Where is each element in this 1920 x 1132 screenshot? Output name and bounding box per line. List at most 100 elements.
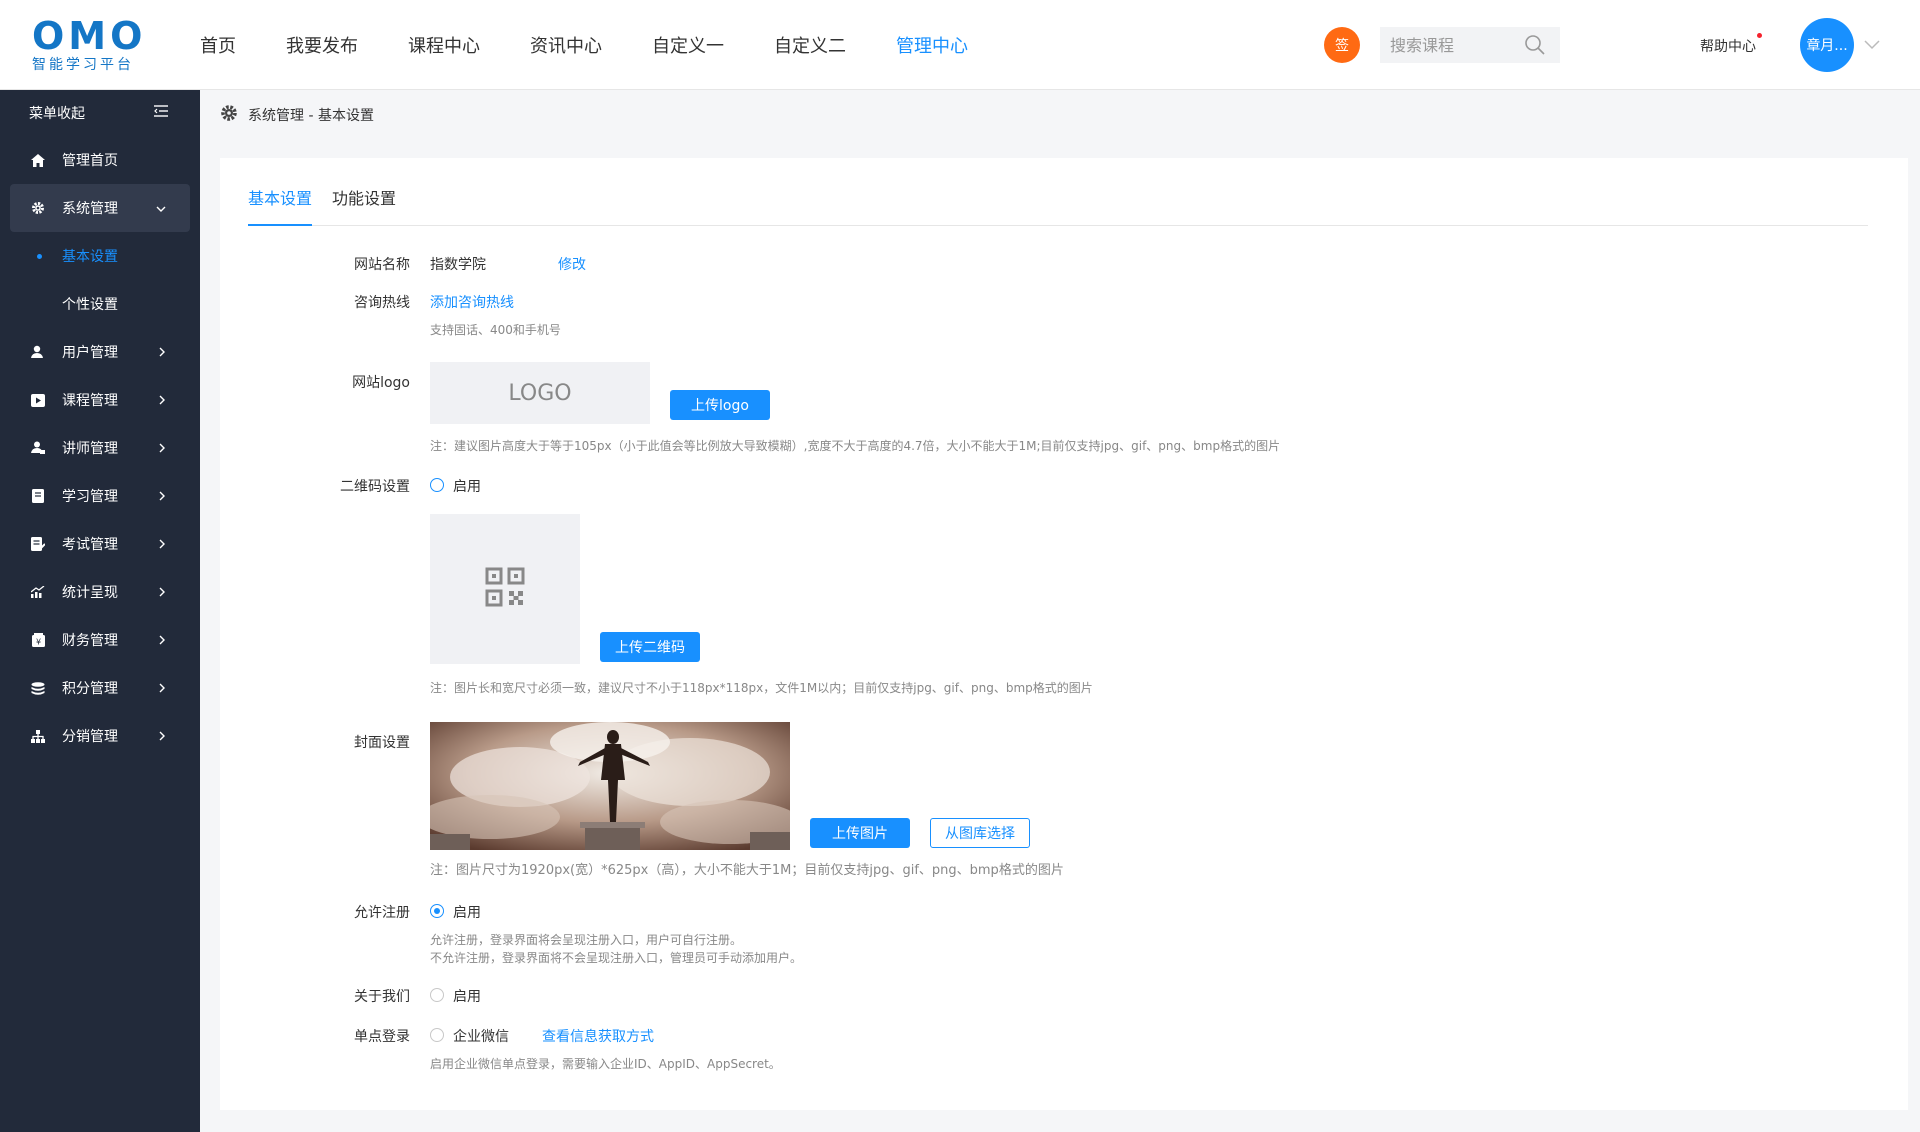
logo-preview: LOGO	[430, 362, 650, 424]
qr-code-icon	[485, 567, 525, 611]
sidebar-item-distribution[interactable]: 分销管理	[0, 712, 200, 760]
user-avatar[interactable]: 章月...	[1800, 18, 1854, 72]
sso-wecom-radio[interactable]	[430, 1028, 444, 1042]
cover-note: 注：图片尺寸为1920px(宽）*625px（高），大小不能大于1M；目前仅支持…	[430, 863, 1064, 878]
book-icon	[30, 488, 46, 504]
tab-basic-settings[interactable]: 基本设置	[248, 185, 313, 226]
chevron-right-icon	[158, 681, 166, 697]
brand-logo[interactable]: OMO 智能学习平台	[32, 14, 156, 73]
sidebar-item-learning[interactable]: 学习管理	[0, 472, 200, 520]
sidebar-item-users[interactable]: 用户管理	[0, 328, 200, 376]
home-icon	[30, 152, 46, 168]
sidebar-item-label: 学习管理	[62, 489, 118, 505]
settings-card: 基本设置 功能设置 网站名称 指数学院 修改 咨询热线 添加咨询热线 支持固话、…	[220, 158, 1908, 1110]
top-header: OMO 智能学习平台 首页 我要发布 课程中心 资讯中心 自定义一 自定义二 管…	[0, 0, 1920, 90]
choose-from-library-button[interactable]: 从图库选择	[930, 818, 1030, 848]
chevron-right-icon	[158, 537, 166, 553]
qr-enable-radio[interactable]	[430, 478, 444, 492]
menu-collapse-toggle[interactable]: 菜单收起	[0, 90, 200, 136]
sso-label: 单点登录	[354, 1029, 410, 1045]
sidebar-subitem-personal-settings[interactable]: 个性设置	[0, 280, 200, 328]
play-icon	[30, 392, 46, 408]
site-name-value: 指数学院	[430, 257, 486, 273]
notification-dot	[1757, 33, 1762, 38]
search-icon[interactable]	[1520, 30, 1550, 60]
nav-item-courses[interactable]: 课程中心	[408, 32, 480, 58]
sidebar-item-label: 课程管理	[62, 393, 118, 409]
sidebar-item-label: 财务管理	[62, 633, 118, 649]
sso-wecom-label: 企业微信	[453, 1029, 509, 1045]
qr-enable-label: 启用	[453, 479, 481, 495]
teacher-icon	[30, 440, 46, 456]
register-note-deny: 不允许注册，登录界面将不会呈现注册入口，管理员可手动添加用户。	[430, 951, 803, 965]
site-name-edit-link[interactable]: 修改	[558, 254, 586, 274]
cover-label: 封面设置	[354, 735, 410, 751]
breadcrumb: 系统管理 - 基本设置	[220, 104, 374, 126]
help-center-link[interactable]: 帮助中心	[1700, 33, 1762, 56]
chevron-right-icon	[158, 729, 166, 745]
upload-qr-button[interactable]: 上传二维码	[600, 632, 700, 662]
register-enable-radio[interactable]	[430, 904, 444, 918]
coins-icon	[30, 680, 46, 696]
hotline-label: 咨询热线	[354, 295, 410, 311]
sidebar-item-label: 统计呈现	[62, 585, 118, 601]
exam-icon	[30, 536, 46, 552]
user-icon	[30, 344, 46, 360]
breadcrumb-text: 系统管理 - 基本设置	[248, 108, 374, 124]
sidebar: 菜单收起 管理首页 系统管理 基本设置 个性设置 用户管理 课程管理 讲师管理 …	[0, 90, 200, 1132]
chevron-right-icon	[158, 585, 166, 601]
sidebar-item-courses[interactable]: 课程管理	[0, 376, 200, 424]
nav-item-admin[interactable]: 管理中心	[896, 32, 968, 58]
sidebar-item-statistics[interactable]: 统计呈现	[0, 568, 200, 616]
upload-logo-button[interactable]: 上传logo	[670, 390, 770, 420]
org-icon	[30, 728, 46, 744]
sidebar-item-label: 用户管理	[62, 345, 118, 361]
logo-label: 网站logo	[352, 375, 410, 391]
add-hotline-link[interactable]: 添加咨询热线	[430, 292, 514, 312]
sidebar-item-label: 考试管理	[62, 537, 118, 553]
stats-icon	[30, 584, 46, 600]
nav-item-publish[interactable]: 我要发布	[286, 32, 358, 58]
sign-in-badge[interactable]: 签	[1324, 27, 1360, 63]
register-label: 允许注册	[354, 905, 410, 921]
help-center-label: 帮助中心	[1700, 39, 1756, 55]
sidebar-item-points[interactable]: 积分管理	[0, 664, 200, 712]
sidebar-item-exams[interactable]: 考试管理	[0, 520, 200, 568]
logo-note: 注：建议图片高度大于等于105px（小于此值会等比例放大导致模糊）,宽度不大于高…	[430, 439, 1281, 453]
nav-item-news[interactable]: 资讯中心	[530, 32, 602, 58]
sidebar-item-system[interactable]: 系统管理	[10, 184, 190, 232]
hotline-note: 支持固话、400和手机号	[430, 323, 561, 337]
svg-text:¥: ¥	[35, 638, 40, 647]
chevron-right-icon	[158, 345, 166, 361]
logo-subtitle: 智能学习平台	[32, 57, 134, 73]
nav-item-custom-1[interactable]: 自定义一	[652, 32, 724, 58]
sidebar-subitem-basic-settings[interactable]: 基本设置	[0, 232, 200, 280]
chevron-right-icon	[158, 633, 166, 649]
nav-item-custom-2[interactable]: 自定义二	[774, 32, 846, 58]
sso-info-link[interactable]: 查看信息获取方式	[542, 1026, 654, 1046]
site-name-label: 网站名称	[354, 257, 410, 273]
sidebar-item-label: 讲师管理	[62, 441, 118, 457]
settings-tabs: 基本设置 功能设置	[248, 178, 1868, 226]
sidebar-item-label: 积分管理	[62, 681, 118, 697]
nav-item-home[interactable]: 首页	[200, 32, 236, 58]
menu-collapse-label: 菜单收起	[29, 106, 85, 122]
about-enable-radio[interactable]	[430, 988, 444, 1002]
chevron-down-icon	[156, 201, 166, 217]
sidebar-item-finance[interactable]: ¥ 财务管理	[0, 616, 200, 664]
chevron-right-icon	[158, 441, 166, 457]
upload-cover-button[interactable]: 上传图片	[810, 818, 910, 848]
chevron-down-icon[interactable]	[1864, 38, 1880, 54]
search-input[interactable]	[1380, 27, 1520, 63]
logo-mark: OMO	[32, 14, 147, 58]
sidebar-item-label: 管理首页	[62, 153, 118, 169]
sso-note: 启用企业微信单点登录，需要输入企业ID、AppID、AppSecret。	[430, 1057, 781, 1071]
qr-label: 二维码设置	[340, 479, 410, 495]
qr-preview	[430, 514, 580, 664]
sidebar-item-label: 分销管理	[62, 729, 118, 745]
about-label: 关于我们	[354, 989, 410, 1005]
tab-feature-settings[interactable]: 功能设置	[332, 185, 396, 225]
chevron-right-icon	[158, 393, 166, 409]
sidebar-item-teachers[interactable]: 讲师管理	[0, 424, 200, 472]
sidebar-item-dashboard[interactable]: 管理首页	[0, 136, 200, 184]
